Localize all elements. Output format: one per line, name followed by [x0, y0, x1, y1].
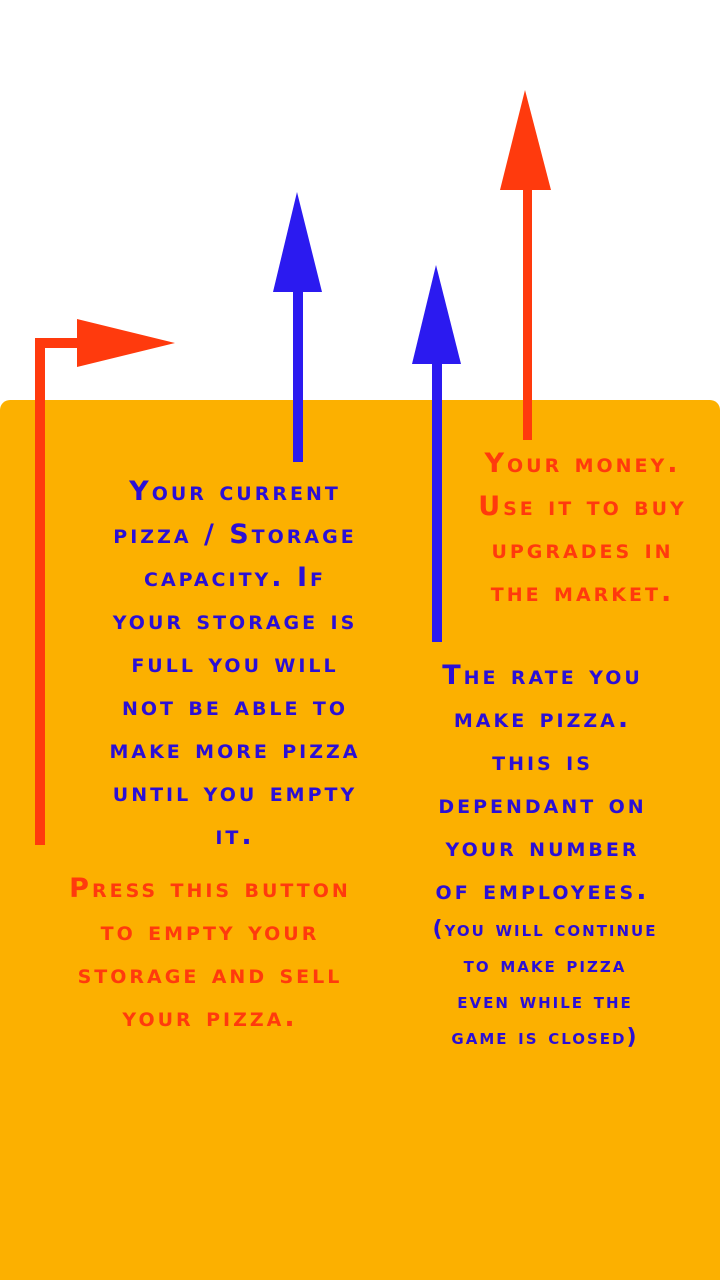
pizza-rate-note: The rate you make pizza. this is dependa… [435, 660, 650, 906]
offline-production-note: (you will continue to make pizza even wh… [432, 917, 658, 1050]
sell-button-note: Press this button to empty your storage … [69, 873, 351, 1033]
storage-capacity-note: Your current pizza / Storage capacity. I… [109, 476, 361, 851]
money-note: Your money. Use it to buy upgrades in th… [478, 448, 687, 608]
money-arrow-icon [500, 90, 551, 440]
tutorial-overlay: Your current pizza / Storage capacity. I… [0, 0, 720, 1280]
